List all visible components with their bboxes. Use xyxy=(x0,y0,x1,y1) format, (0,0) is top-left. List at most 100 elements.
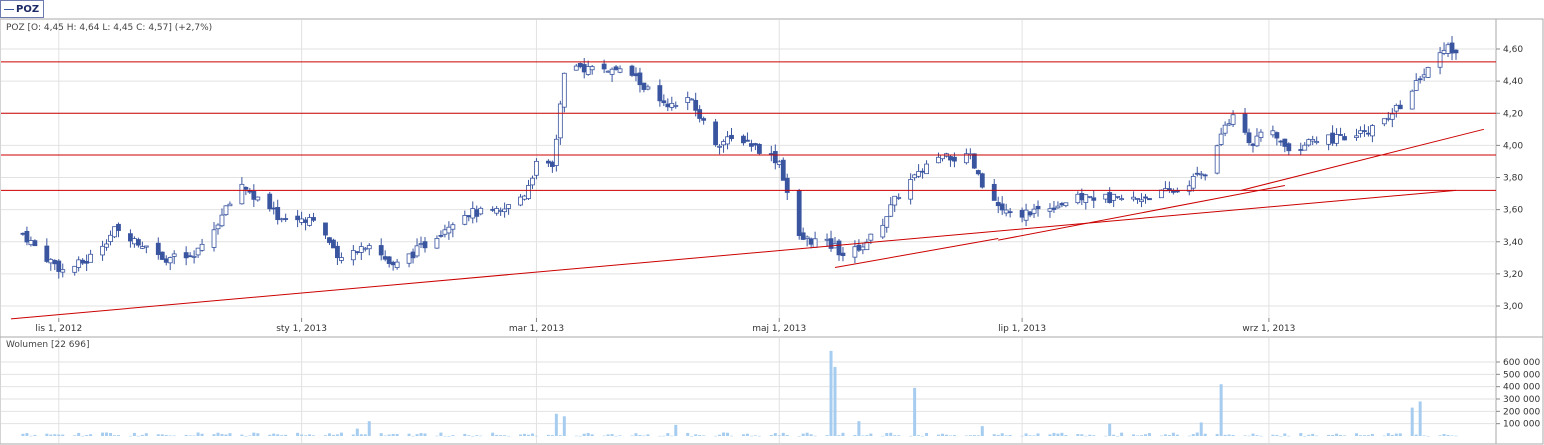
volume-bar xyxy=(1223,434,1227,436)
volume-bar xyxy=(1147,433,1151,436)
volume-bar xyxy=(1362,435,1366,436)
candle-body xyxy=(1445,44,1451,54)
volume-bar xyxy=(722,432,726,436)
candle-body xyxy=(581,64,587,73)
candle-body xyxy=(255,196,261,201)
volume-bar xyxy=(335,434,339,436)
chart-canvas: lis 1, 2012 sty 1, 2013 mar 1, 2013 maj 1, … xyxy=(0,18,1544,445)
candle-body xyxy=(1194,172,1200,175)
candle-body xyxy=(1174,190,1180,193)
x-tick-label: sty 1, 2013 xyxy=(276,324,327,334)
volume-bar xyxy=(1076,434,1080,436)
ohlc-readout: POZ [O: 4,45 H: 4,64 L: 4,45 C: 4,57] (+… xyxy=(6,23,213,33)
volume-bar xyxy=(1370,433,1374,436)
candle-body xyxy=(1362,130,1367,132)
series-tab-poz[interactable]: POZ xyxy=(0,0,44,18)
candle-body xyxy=(1389,113,1395,120)
volume-bar xyxy=(109,433,113,436)
y-tick-label: 4,00 xyxy=(1503,141,1523,151)
candle-body xyxy=(171,253,177,257)
volume-bar xyxy=(387,434,391,436)
candle-body xyxy=(84,260,90,264)
volume-bar xyxy=(980,426,984,436)
volume-bar xyxy=(534,435,538,437)
volume-bar xyxy=(1104,435,1108,437)
candle-body xyxy=(729,134,734,139)
volume-bar xyxy=(383,435,387,437)
volume-bar xyxy=(296,432,300,436)
candle-body xyxy=(1107,192,1113,204)
volume-bar xyxy=(666,433,670,436)
candle-body xyxy=(812,238,818,248)
candle-body xyxy=(530,177,535,186)
volume-bar xyxy=(1024,433,1028,436)
series-swatch-icon xyxy=(4,8,14,10)
candle-body xyxy=(800,232,806,240)
volume-bar xyxy=(439,432,443,436)
volume-bar xyxy=(1144,434,1148,436)
volume-bar xyxy=(49,434,53,436)
volume-bar xyxy=(813,435,817,437)
volume-bar xyxy=(216,432,220,436)
candle-body xyxy=(239,183,245,205)
volume-bar xyxy=(968,435,972,436)
candle-body xyxy=(490,208,496,211)
candle-body xyxy=(219,214,225,227)
volume-bar xyxy=(1231,434,1235,436)
candle-body xyxy=(860,246,866,251)
volume-bar xyxy=(881,435,885,437)
volume-bar xyxy=(1243,435,1247,436)
candle-body xyxy=(549,161,555,167)
volume-bar xyxy=(224,434,228,436)
candle-body xyxy=(116,223,121,231)
candle-body xyxy=(135,239,141,246)
volume-bar xyxy=(435,435,439,437)
candle-body xyxy=(1310,139,1316,142)
candle-body xyxy=(661,100,667,104)
volume-bar xyxy=(523,433,527,436)
volume-bar xyxy=(909,435,913,437)
volume-bar xyxy=(869,433,873,436)
volume-bar xyxy=(491,432,495,436)
volume-bar xyxy=(702,435,706,436)
volume-bar xyxy=(25,433,29,436)
candle-body xyxy=(382,256,388,260)
volume-bar xyxy=(554,413,558,436)
volume-bar xyxy=(638,434,642,436)
volume-bar xyxy=(530,433,534,436)
volume-bar xyxy=(1140,435,1144,436)
candle-body xyxy=(1139,199,1144,202)
candle-body xyxy=(307,217,312,226)
candle-body xyxy=(526,185,531,199)
candle-body xyxy=(1023,209,1029,221)
volume-bar xyxy=(1343,435,1347,436)
candle-body xyxy=(975,170,981,175)
candle-body xyxy=(1338,134,1343,136)
candle-body xyxy=(24,230,30,243)
volume-bar xyxy=(1195,432,1199,436)
candle-body xyxy=(32,240,38,247)
candle-body xyxy=(474,209,480,217)
volume-bar xyxy=(240,434,244,436)
volume-bar xyxy=(749,435,753,437)
candle-body xyxy=(756,143,762,154)
x-tick-label: maj 1, 2013 xyxy=(752,324,806,334)
candle-body xyxy=(271,207,277,210)
candle-body xyxy=(828,238,834,249)
volume-bar xyxy=(646,434,650,436)
volume-bar xyxy=(447,435,451,437)
candle-body xyxy=(665,103,671,108)
volume-bar xyxy=(256,433,260,436)
volume-bar xyxy=(395,433,399,436)
volume-bar xyxy=(323,435,327,436)
candle-body xyxy=(128,233,133,242)
candle-body xyxy=(1214,145,1220,174)
volume-bar xyxy=(1199,422,1203,436)
volume-bar xyxy=(1354,433,1358,436)
candle-body xyxy=(88,253,94,263)
volume-bar xyxy=(312,435,316,436)
volume-bar xyxy=(112,435,116,436)
volume-bar xyxy=(1275,434,1279,436)
candle-body xyxy=(139,246,145,249)
candle-body xyxy=(657,85,663,102)
